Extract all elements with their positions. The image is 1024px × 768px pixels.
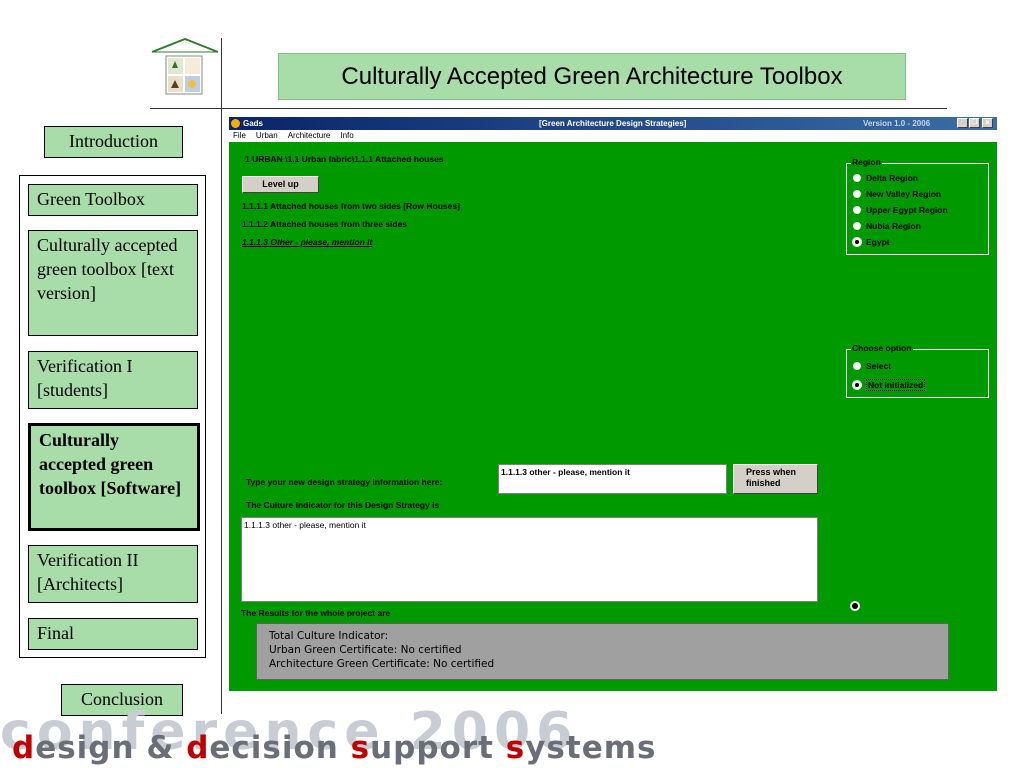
menu-file[interactable]: File — [233, 131, 246, 140]
culture-label: The Culture Indicator for this Design St… — [246, 500, 440, 510]
menu-urban[interactable]: Urban — [256, 131, 278, 140]
radio-nubia[interactable]: Nubia Region — [849, 218, 948, 234]
radio-icon — [853, 362, 861, 370]
level-up-button[interactable]: Level up — [242, 176, 319, 193]
radio-icon — [853, 190, 861, 198]
window-titlebar: Gads [Green Architecture Design Strategi… — [229, 117, 997, 130]
nav-verification-1[interactable]: Verification I [students] — [28, 351, 198, 409]
radio-icon — [853, 222, 861, 230]
radio-icon — [853, 206, 861, 214]
radio-selected-icon — [854, 382, 860, 388]
results-panel: Total Culture Indicator: Urban Green Cer… — [256, 623, 949, 680]
culture-textarea[interactable]: 1.1.1.3 other - please, mention it — [241, 517, 818, 602]
radio-egypt[interactable]: Egypt — [849, 234, 948, 250]
window-subtitle: [Green Architecture Design Strategies] — [539, 119, 687, 128]
option-item[interactable]: 1.1.1.2 Attached houses from three sides — [242, 219, 407, 229]
nav-final[interactable]: Final — [28, 618, 198, 650]
architecture-certificate: Architecture Green Certificate: No certi… — [269, 658, 495, 670]
radio-delta[interactable]: Delta Region — [849, 170, 948, 186]
type-label: Type your new design strategy informatio… — [246, 477, 443, 487]
restore-icon[interactable]: ❐ — [969, 118, 980, 128]
window-version: Version 1.0 - 2006 — [863, 119, 931, 128]
footer-tagline: design & decision support systems — [12, 730, 657, 766]
menu-info[interactable]: Info — [340, 131, 353, 140]
menu-architecture[interactable]: Architecture — [288, 131, 331, 140]
radio-selected-icon — [854, 239, 860, 245]
nav-introduction[interactable]: Introduction — [44, 126, 183, 158]
nav-green-toolbox[interactable]: Green Toolbox — [28, 184, 198, 216]
footer-banner: conference 2006 design & decision suppor… — [0, 710, 1024, 768]
nav-verification-2[interactable]: Verification II [Architects] — [28, 545, 198, 603]
close-icon[interactable]: × — [982, 118, 993, 128]
breadcrumb: 1 URBAN \1.1 Urban fabric\1.1.1 Attached… — [245, 154, 444, 164]
choose-legend: Choose option — [851, 343, 913, 353]
radio-select[interactable]: Select — [849, 358, 925, 374]
menu-bar: File Urban Architecture Info — [229, 130, 997, 142]
minimize-icon[interactable]: _ — [957, 118, 968, 128]
window-title: Gads — [243, 119, 264, 128]
press-when-finished-button[interactable]: Press when finished — [733, 464, 818, 494]
slide-title: Culturally Accepted Green Architecture T… — [278, 53, 906, 100]
strategy-input[interactable]: 1.1.1.3 other - please, mention it — [498, 464, 727, 494]
logo — [150, 37, 220, 100]
radio-not-initialized[interactable]: Not initialized — [849, 377, 926, 393]
urban-certificate: Urban Green Certificate: No certified — [269, 644, 462, 656]
results-label: The Results for the whole project are — [241, 608, 391, 618]
radio-new-valley[interactable]: New Valley Region — [849, 186, 948, 202]
option-item-selected[interactable]: 1.1.1.3 Other - please, mention it — [242, 237, 372, 247]
nav-software[interactable]: Culturally accepted green toolbox [Softw… — [28, 423, 200, 531]
option-item[interactable]: 1.1.1.1 Attached houses from two sides [… — [242, 201, 460, 211]
vertical-divider — [221, 38, 222, 714]
app-icon — [231, 119, 240, 128]
total-culture-indicator: Total Culture Indicator: — [269, 630, 389, 642]
choose-option-group: Choose option Select Not initialized — [846, 343, 989, 398]
region-group: Region Delta Region New Valley Region Up… — [846, 157, 989, 255]
nav-text-version[interactable]: Culturally accepted green toolbox [text … — [28, 230, 198, 336]
region-legend: Region — [851, 157, 882, 167]
horizontal-divider — [150, 108, 947, 109]
app-window: Gads [Green Architecture Design Strategi… — [229, 117, 997, 691]
radio-selected-icon[interactable] — [852, 603, 858, 609]
radio-icon — [853, 174, 861, 182]
radio-upper-egypt[interactable]: Upper Egypt Region — [849, 202, 948, 218]
